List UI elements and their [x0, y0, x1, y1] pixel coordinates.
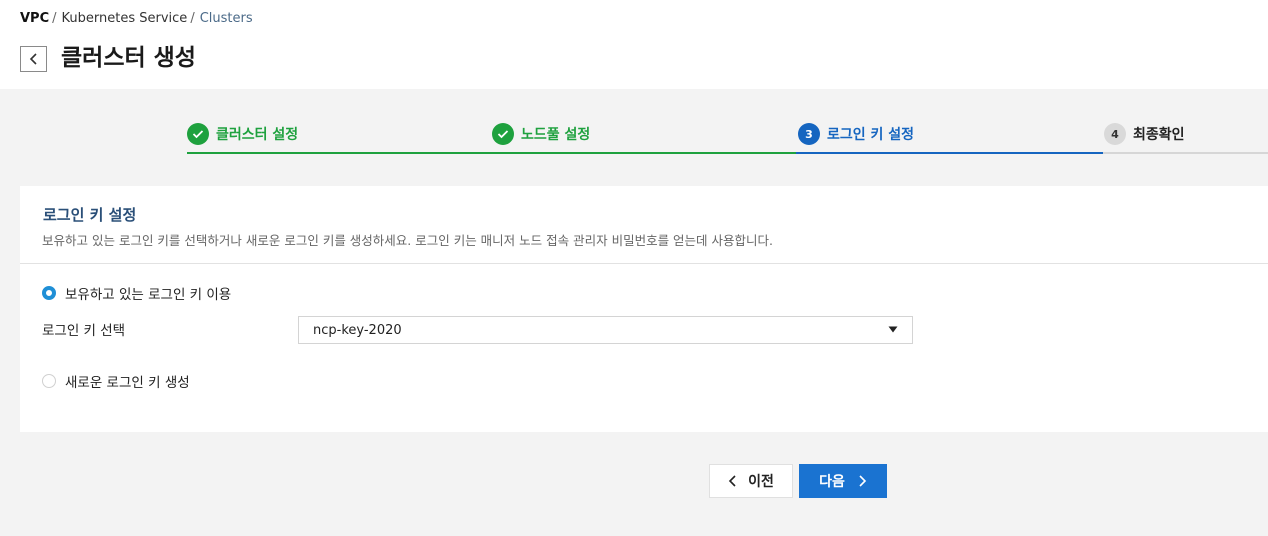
chevron-left-icon: [728, 475, 736, 487]
caret-down-icon: [888, 326, 898, 333]
back-button[interactable]: [20, 46, 47, 72]
next-button[interactable]: 다음: [799, 464, 887, 498]
breadcrumb-clusters[interactable]: Clusters: [200, 11, 253, 26]
step-label: 최종확인: [1133, 127, 1185, 143]
check-icon: [187, 123, 209, 145]
key-select-label: 로그인 키 선택: [42, 323, 126, 339]
panel-header: 로그인 키 설정 보유하고 있는 로그인 키를 선택하거나 새로운 로그인 키를…: [20, 186, 1268, 264]
check-icon: [492, 123, 514, 145]
chevron-right-icon: [859, 475, 867, 487]
stepper-track-done: [187, 152, 796, 154]
breadcrumb: VPC / Kubernetes Service / Clusters: [20, 10, 253, 28]
stepper-track-active: [796, 152, 1103, 154]
step-login-key-settings[interactable]: 3 로그인 키 설정: [798, 123, 914, 145]
breadcrumb-separator: /: [190, 11, 195, 26]
prev-label: 이전: [748, 474, 774, 490]
step-label: 노드풀 설정: [521, 127, 591, 143]
breadcrumb-separator: /: [52, 11, 57, 26]
breadcrumb-kubernetes-service[interactable]: Kubernetes Service: [62, 11, 188, 26]
step-nodepool-settings[interactable]: 노드풀 설정: [492, 123, 590, 145]
select-value: ncp-key-2020: [313, 322, 402, 338]
prev-button[interactable]: 이전: [709, 464, 793, 498]
step-number: 3: [798, 123, 820, 145]
page-title: 클러스터 생성: [61, 45, 196, 71]
step-label: 클러스터 설정: [216, 127, 299, 143]
radio-checked-icon[interactable]: [42, 286, 56, 300]
radio-existing-key[interactable]: 보유하고 있는 로그인 키 이용: [42, 283, 231, 303]
panel-title: 로그인 키 설정: [43, 206, 137, 224]
content-area: 클러스터 설정 노드풀 설정 3 로그인 키 설정 4 최종확인 로그인 키 설…: [0, 89, 1268, 536]
stepper: 클러스터 설정 노드풀 설정 3 로그인 키 설정 4 최종확인: [0, 89, 1268, 169]
step-final-confirm[interactable]: 4 최종확인: [1104, 123, 1185, 145]
login-key-panel: 로그인 키 설정 보유하고 있는 로그인 키를 선택하거나 새로운 로그인 키를…: [20, 186, 1268, 432]
step-cluster-settings[interactable]: 클러스터 설정: [187, 123, 298, 145]
stepper-track-pending: [1103, 152, 1268, 154]
step-label: 로그인 키 설정: [827, 127, 915, 143]
login-key-select[interactable]: ncp-key-2020: [298, 316, 913, 344]
radio-new-key[interactable]: 새로운 로그인 키 생성: [42, 371, 190, 391]
page-header: VPC / Kubernetes Service / Clusters 클러스터 생성: [0, 0, 1268, 89]
next-label: 다음: [819, 474, 845, 490]
chevron-left-icon: [29, 53, 37, 65]
panel-description: 보유하고 있는 로그인 키를 선택하거나 새로운 로그인 키를 생성하세요. 로…: [42, 233, 773, 248]
radio-label: 보유하고 있는 로그인 키 이용: [65, 287, 232, 303]
breadcrumb-vpc[interactable]: VPC: [20, 11, 49, 26]
radio-label: 새로운 로그인 키 생성: [65, 375, 190, 391]
radio-unchecked-icon[interactable]: [42, 374, 56, 388]
step-number: 4: [1104, 123, 1126, 145]
